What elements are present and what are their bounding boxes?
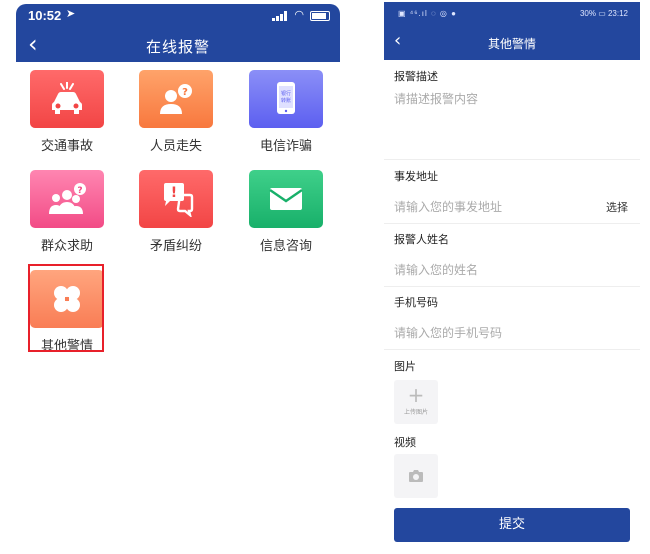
reporter-name-label: 报警人姓名 (394, 233, 449, 246)
phone-fraud-icon: 银行 转账 (249, 70, 323, 128)
phone-other-incident-form: ▣ ⁴⁶.ıl ◌ ◎ ● 30% ▭ 23:12 ‹ 其他警情 报警描述 请描… (384, 2, 640, 552)
tile-label: 群众求助 (40, 239, 93, 254)
selection-highlight (28, 264, 104, 352)
video-label: 视频 (394, 436, 416, 449)
tile-dispute[interactable]: ! 矛盾纠纷 (128, 170, 224, 254)
car-crash-icon (30, 70, 104, 128)
nav-bar: ‹ 在线报警 (16, 28, 340, 62)
status-icons-left: ▣ ⁴⁶.ıl ◌ ◎ ● (398, 9, 457, 18)
upload-caption: 上传图片 (403, 409, 428, 416)
nav-bar: ‹ 其他警情 (384, 24, 640, 60)
status-time: 10:52 (28, 8, 62, 23)
tile-info-inquiry[interactable]: 信息咨询 (238, 170, 334, 254)
tile-label: 矛盾纠纷 (149, 239, 202, 254)
tile-label: 人员走失 (149, 139, 202, 154)
page-title: 在线报警 (145, 38, 210, 56)
svg-text:转账: 转账 (281, 97, 291, 104)
divider (384, 349, 640, 350)
plus-icon: + (407, 383, 425, 407)
svg-text:?: ? (77, 186, 82, 196)
address-input[interactable]: 请输入您的事发地址 (394, 198, 502, 215)
submit-button[interactable]: 提交 (394, 508, 630, 542)
tile-public-help[interactable]: ? 群众求助 (19, 170, 115, 254)
address-select-button[interactable]: 选择 (606, 199, 628, 215)
page-title: 其他警情 (487, 37, 536, 51)
tile-label: 交通事故 (40, 139, 93, 154)
svg-text:!: ! (171, 185, 177, 201)
mail-icon (249, 170, 323, 228)
tile-label: 电信诈骗 (259, 139, 312, 154)
status-bar: ▣ ⁴⁶.ıl ◌ ◎ ● 30% ▭ 23:12 (384, 2, 640, 24)
tile-missing-person[interactable]: ? 人员走失 (128, 70, 224, 154)
description-label: 报警描述 (394, 70, 438, 83)
upload-image-button[interactable]: + 上传图片 (394, 380, 438, 424)
svg-text:银行: 银行 (281, 90, 291, 97)
status-battery-time: 30% ▭ 23:12 (579, 9, 628, 18)
crowd-help-icon: ? (30, 170, 104, 228)
camera-icon (409, 470, 423, 482)
divider (384, 159, 640, 160)
location-arrow-icon: ➤ (66, 7, 76, 20)
image-label: 图片 (394, 360, 416, 373)
tile-telecom-fraud[interactable]: 银行 转账 电信诈骗 (238, 70, 334, 154)
tile-traffic-accident[interactable]: 交通事故 (19, 70, 115, 154)
missing-person-icon: ? (139, 70, 213, 128)
description-input[interactable]: 请描述报警内容 (394, 90, 478, 107)
upload-video-button[interactable] (394, 454, 438, 498)
wifi-icon: ◠ (294, 8, 304, 21)
battery-icon (310, 11, 330, 21)
status-bar: 10:52 ➤ ◠ (16, 4, 340, 28)
tile-label: 信息咨询 (259, 239, 312, 254)
svg-text:?: ? (182, 87, 188, 98)
signal-icon (272, 11, 287, 21)
phone-label: 手机号码 (394, 296, 438, 309)
address-label: 事发地址 (394, 170, 438, 183)
divider (384, 286, 640, 287)
reporter-name-input[interactable]: 请输入您的姓名 (394, 261, 478, 278)
dispute-icon: ! (139, 170, 213, 228)
divider (384, 223, 640, 224)
phone-input[interactable]: 请输入您的手机号码 (394, 324, 502, 341)
